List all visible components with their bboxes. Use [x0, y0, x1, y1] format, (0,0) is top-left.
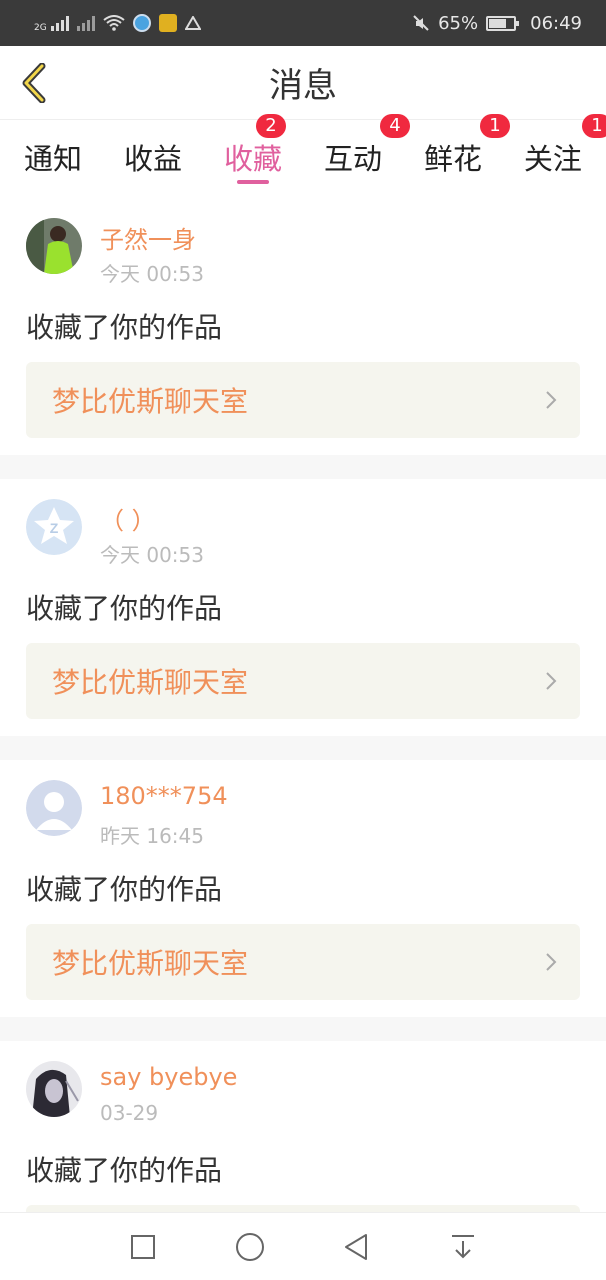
battery-percent: 65% — [438, 12, 479, 34]
badge: 1 — [479, 114, 510, 138]
tab-label: 鲜花 — [423, 142, 482, 176]
app-notification-icon — [132, 14, 151, 32]
tab-follows[interactable]: 关注 1 — [523, 114, 606, 198]
tab-label: 关注 — [523, 142, 582, 176]
status-right: 65% 06:49 — [412, 13, 582, 34]
message-list: 子然一身 今天 00:53 收藏了你的作品 梦比优斯聊天室 Z （ ） 今天 0… — [0, 198, 606, 1280]
signal-icon — [50, 15, 69, 31]
username[interactable]: 180***754 — [100, 782, 228, 810]
work-link[interactable]: 梦比优斯聊天室 — [26, 362, 580, 438]
work-title: 梦比优斯聊天室 — [52, 666, 249, 699]
badge: 2 — [255, 114, 286, 138]
circle-icon — [235, 1232, 264, 1261]
timestamp: 今天 00:53 — [100, 262, 204, 286]
work-title: 梦比优斯聊天室 — [52, 385, 249, 418]
battery-icon — [486, 15, 520, 31]
tab-bar: 通知 收益 收藏 2 互动 4 鲜花 1 关注 1 — [0, 114, 606, 198]
recents-button[interactable] — [123, 1227, 163, 1267]
badge: 1 — [581, 114, 606, 138]
tab-label: 通知 — [24, 142, 83, 176]
avatar[interactable]: Z — [26, 499, 82, 555]
tab-flowers[interactable]: 鲜花 1 — [423, 114, 510, 198]
tab-label: 收益 — [123, 142, 182, 176]
action-text: 收藏了你的作品 — [26, 592, 223, 625]
square-icon — [131, 1234, 156, 1259]
work-title: 梦比优斯聊天室 — [52, 947, 249, 980]
timestamp: 昨天 16:45 — [100, 824, 204, 848]
tab-notifications[interactable]: 通知 — [24, 120, 82, 198]
action-text: 收藏了你的作品 — [26, 1154, 223, 1187]
mute-icon — [413, 15, 429, 31]
status-bar: 2G 65% 06:49 — [0, 0, 606, 46]
tab-interactions[interactable]: 互动 4 — [323, 114, 410, 198]
back-button[interactable] — [14, 60, 54, 106]
chevron-right-icon — [546, 672, 557, 690]
svg-text:Z: Z — [50, 520, 59, 536]
action-text: 收藏了你的作品 — [26, 311, 223, 344]
signal-2-icon — [76, 15, 95, 31]
page-title: 消息 — [269, 66, 337, 106]
work-link[interactable]: 梦比优斯聊天室 — [26, 924, 580, 1000]
tab-label: 互动 — [323, 142, 382, 176]
active-tab-indicator — [236, 180, 269, 184]
triangle-back-icon — [345, 1233, 368, 1260]
avatar[interactable] — [26, 780, 82, 836]
triangle-icon — [184, 16, 201, 30]
tab-favorites[interactable]: 收藏 2 — [223, 114, 286, 198]
list-item: 子然一身 今天 00:53 收藏了你的作品 梦比优斯聊天室 — [0, 198, 606, 455]
tab-earnings[interactable]: 收益 — [124, 120, 182, 198]
system-nav-bar — [0, 1212, 606, 1280]
tab-label: 收藏 — [223, 142, 282, 176]
username[interactable]: say byebye — [100, 1063, 237, 1091]
list-item: 180***754 昨天 16:45 收藏了你的作品 梦比优斯聊天室 — [0, 760, 606, 1017]
chevron-right-icon — [546, 953, 557, 971]
back-nav-button[interactable] — [336, 1227, 376, 1267]
wifi-icon — [103, 15, 125, 31]
header: 消息 — [0, 46, 606, 120]
work-link[interactable]: 梦比优斯聊天室 — [26, 643, 580, 719]
pull-down-icon — [451, 1234, 474, 1258]
username[interactable]: （ ） — [100, 501, 156, 536]
list-item: Z （ ） 今天 00:53 收藏了你的作品 梦比优斯聊天室 — [0, 479, 606, 736]
username[interactable]: 子然一身 — [100, 220, 196, 255]
status-left: 2G — [34, 13, 201, 33]
action-text: 收藏了你的作品 — [26, 873, 223, 906]
chevron-right-icon — [546, 391, 557, 409]
timestamp: 03-29 — [100, 1101, 159, 1125]
notification-shade-button[interactable] — [443, 1227, 483, 1267]
timestamp: 今天 00:53 — [100, 543, 204, 567]
clock: 06:49 — [530, 12, 582, 34]
avatar[interactable] — [26, 218, 82, 274]
badge: 4 — [379, 114, 410, 138]
network-type-label: 2G — [34, 23, 47, 33]
chevron-left-icon — [22, 63, 46, 103]
avatar[interactable] — [26, 1061, 82, 1117]
home-button[interactable] — [230, 1227, 270, 1267]
app-notification-2-icon — [158, 14, 177, 32]
